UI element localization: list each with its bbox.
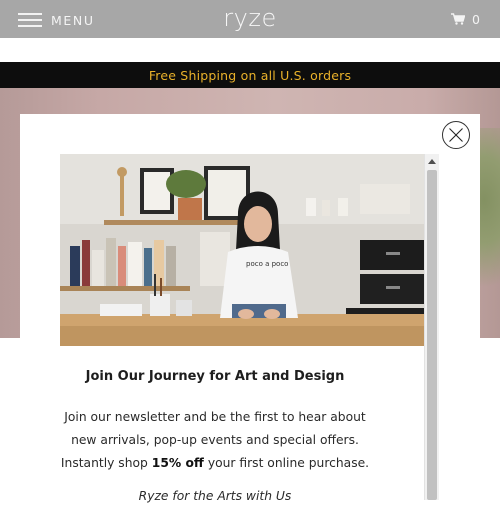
announcement-text: Free Shipping on all U.S. orders — [148, 67, 352, 83]
scroll-up-arrow-icon[interactable] — [425, 154, 439, 168]
discount-highlight: 15% off — [151, 456, 204, 470]
cart-button[interactable]: 0 — [451, 11, 480, 27]
menu-label: MENU — [51, 12, 95, 28]
close-popup-button[interactable] — [442, 121, 470, 149]
shirt-print: poco a poco — [246, 260, 288, 268]
brand-logo[interactable]: ryze — [222, 4, 278, 32]
popup-title: Join Our Journey for Art and Design — [85, 369, 345, 384]
announcement-bar: Free Shipping on all U.S. orders — [0, 62, 500, 88]
popup-scrollbar[interactable] — [424, 154, 439, 500]
popup-tagline: Ryze for the Arts with Us — [138, 489, 292, 503]
close-icon — [449, 128, 463, 142]
scroll-thumb[interactable] — [427, 170, 437, 500]
menu-icon — [18, 13, 42, 27]
cart-count: 0 — [472, 11, 480, 27]
menu-button[interactable]: MENU — [18, 11, 95, 29]
cart-icon — [451, 13, 466, 25]
popup-body-outro: your first online purchase. — [207, 456, 370, 470]
popup-body-text: Join our newsletter and be the first to … — [60, 406, 370, 475]
popup-hero-photo: poco a poco — [60, 154, 424, 346]
site-header: MENU ryze 0 — [0, 0, 500, 38]
